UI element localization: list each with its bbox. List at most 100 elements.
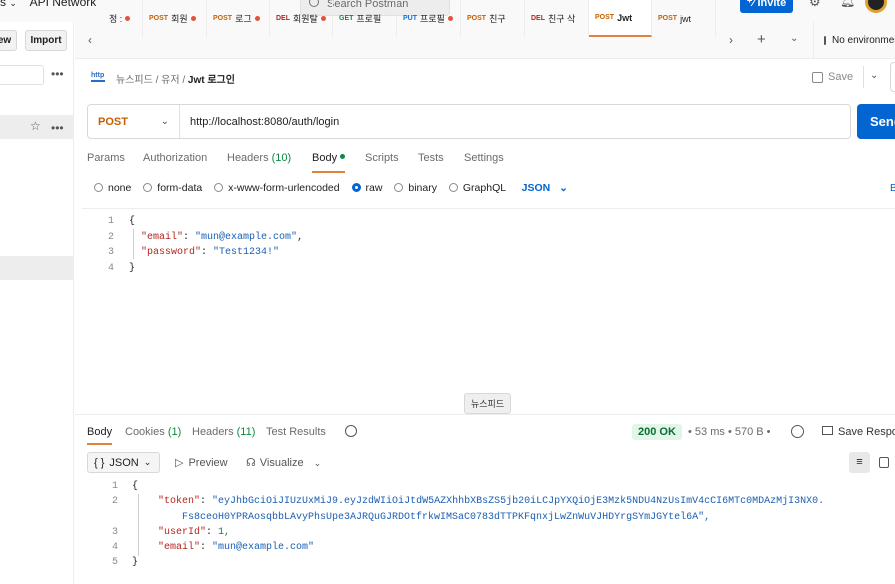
preview-button[interactable]: ▷ Preview — [175, 456, 228, 469]
radio-graphql[interactable]: GraphQL — [448, 182, 506, 194]
method-select[interactable]: POST ⌄ — [88, 105, 180, 138]
tab-label: jwt — [680, 13, 692, 24]
save-dropdown-chevron-icon[interactable]: ⌄ — [863, 66, 885, 88]
tab-scripts[interactable]: Scripts — [365, 152, 399, 164]
response-tab-cookies[interactable]: Cookies (1) — [125, 426, 181, 438]
bell-icon[interactable]: 🔔︎ — [840, 0, 855, 8]
visualize-button[interactable]: ☊ Visualize ⌄ — [246, 456, 321, 469]
send-button[interactable]: Send — [857, 104, 895, 139]
chevron-down-icon: ⌄ — [160, 116, 169, 127]
breadcrumb-folder[interactable]: 유저 — [161, 75, 179, 86]
json-value: "mun@example.com" — [195, 231, 298, 243]
radio-label: binary — [408, 182, 437, 194]
copy-icon[interactable] — [879, 457, 889, 468]
tab-settings[interactable]: Settings — [464, 152, 504, 164]
sidebar — [0, 22, 74, 584]
tab-6[interactable]: POST 친구 — [461, 0, 525, 37]
invite-button[interactable]: ⁺⁄ Invite — [740, 0, 793, 13]
radio-label: raw — [365, 182, 383, 194]
response-tab-headers[interactable]: Headers (11) — [192, 426, 255, 438]
plus-icon[interactable]: + — [757, 31, 766, 48]
breadcrumb-collection[interactable]: 뉴스피드 — [116, 75, 153, 86]
save-response-button[interactable]: Save Response — [822, 426, 895, 438]
json-value: 1, — [218, 526, 231, 538]
radio-label: none — [108, 182, 132, 194]
response-tab-body[interactable]: Body — [87, 426, 113, 445]
no-environment-icon — [824, 36, 826, 45]
response-tab-tests[interactable]: Test Results — [266, 426, 326, 438]
unsaved-dot — [190, 16, 196, 21]
format-select[interactable]: { } JSON ⌄ — [87, 452, 160, 473]
more-icon[interactable]: ••• — [51, 121, 64, 135]
tab-method: GET — [339, 15, 354, 22]
wrap-lines-icon[interactable]: ≡ — [849, 452, 870, 473]
chevron-down-icon[interactable]: ⌄ — [9, 0, 17, 8]
code-line: } — [129, 262, 136, 274]
page-title[interactable]: Jwt 로그인 — [188, 75, 235, 86]
beautify-link[interactable]: B — [890, 182, 895, 194]
tab-0[interactable]: 정 : — [103, 0, 143, 37]
save-button[interactable]: Save — [812, 66, 860, 88]
history-icon[interactable] — [345, 425, 357, 437]
tab-label: Headers — [192, 426, 234, 438]
json-value: "eyJhbGciOiJIUzUxMiJ9.eyJzdWIiOiJtdW5AZX… — [212, 496, 825, 508]
language-select[interactable]: JSON ⌄ — [522, 182, 568, 194]
settings-icon[interactable]: ⚙ — [809, 0, 821, 10]
workspaces-menu[interactable]: s — [0, 0, 6, 9]
environment-selector[interactable]: No environment — [813, 22, 895, 59]
chevron-left-icon[interactable]: ‹ — [88, 33, 92, 47]
tab-params[interactable]: Params — [87, 152, 125, 164]
response-time[interactable]: 53 ms — [695, 426, 725, 438]
save-response-icon — [822, 426, 833, 435]
api-network-link[interactable]: API Network — [30, 0, 97, 9]
tab-authorization[interactable]: Authorization — [143, 152, 207, 164]
json-key: "token" — [158, 496, 201, 508]
share-button[interactable] — [890, 62, 895, 92]
braces-icon: { } — [94, 456, 105, 469]
radio-raw[interactable]: raw — [351, 182, 383, 194]
tab-7[interactable]: DEL 친구 삭 — [525, 0, 589, 37]
status-badge[interactable]: 200 OK — [632, 424, 682, 440]
tab-body[interactable]: Body — [312, 152, 346, 173]
radio-none[interactable]: none — [94, 182, 131, 194]
tab-9[interactable]: POST jwt — [652, 0, 716, 37]
globe-icon[interactable] — [791, 425, 804, 438]
tab-label: 프로필 — [420, 14, 445, 24]
import-button[interactable]: Import — [25, 30, 67, 51]
tab-method: DEL — [276, 15, 290, 22]
json-value-continued: Fs8ceoH0YPRAosqbbLAvyPhsUpe3AJRQuGJRDOtf… — [182, 511, 711, 523]
view-button[interactable]: ew — [0, 30, 17, 51]
chevron-down-icon: ⌄ — [143, 457, 152, 467]
chevron-down-icon: ⌄ — [559, 182, 568, 194]
tab-headers[interactable]: Headers (10) — [227, 152, 291, 164]
format-label: JSON — [109, 456, 139, 469]
tab-3[interactable]: DEL 회원탈 — [270, 0, 333, 37]
tab-label: 친구 삭 — [548, 14, 576, 24]
indent-guide — [138, 494, 139, 556]
url-input[interactable]: http://localhost:8080/auth/login — [180, 116, 339, 128]
json-key: "email" — [141, 231, 184, 243]
active-dot — [340, 154, 346, 159]
tab-label: 정 : — [109, 14, 123, 24]
add-user-icon: ⁺⁄ — [746, 0, 755, 9]
tab-method: POST — [149, 15, 169, 22]
response-size[interactable]: 570 B — [735, 426, 764, 438]
tab-4[interactable]: GET 프로필 — [333, 0, 397, 37]
tab-5[interactable]: PUT 프로필 — [397, 0, 461, 37]
radio-form-data[interactable]: form-data — [143, 182, 202, 194]
tab-tests[interactable]: Tests — [418, 152, 444, 164]
response-body-code: 1{ 2 "token": "eyJhbGciOiJIUzUxMiJ9.eyJzd… — [111, 481, 825, 569]
more-icon[interactable]: ••• — [51, 67, 64, 81]
tab-1[interactable]: POST 회원 — [143, 0, 207, 37]
tab-method: POST — [467, 15, 487, 22]
sidebar-item-active[interactable] — [0, 256, 73, 280]
sidebar-filter-input[interactable] — [0, 65, 44, 85]
tab-8-active[interactable]: POST Jwt — [589, 0, 652, 37]
chevron-down-icon[interactable]: ⌄ — [790, 33, 798, 44]
radio-urlencoded[interactable]: x-www-form-urlencoded — [214, 182, 340, 194]
tab-label: 프로필 — [356, 14, 382, 24]
star-icon[interactable]: ☆ — [30, 119, 41, 133]
chevron-right-icon[interactable]: › — [729, 33, 733, 47]
radio-binary[interactable]: binary — [394, 182, 437, 194]
tab-2[interactable]: POST 로그 — [207, 0, 270, 37]
